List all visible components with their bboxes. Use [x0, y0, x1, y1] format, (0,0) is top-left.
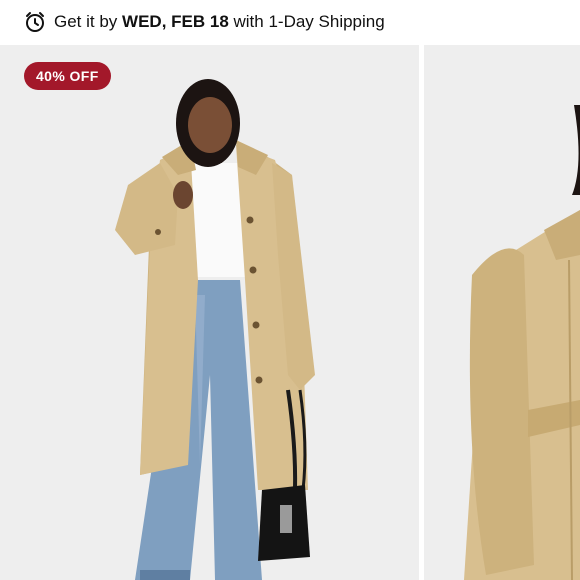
coat-side-photo: [424, 45, 580, 580]
shipping-banner: Get it by WED, FEB 18 with 1-Day Shippin…: [0, 0, 580, 44]
model-photo: [0, 45, 419, 580]
discount-badge: 40% OFF: [24, 62, 111, 90]
product-image-next[interactable]: [424, 45, 580, 580]
shipping-date: WED, FEB 18: [122, 12, 229, 31]
shipping-suffix: with 1-Day Shipping: [228, 12, 385, 31]
shipping-text: Get it by WED, FEB 18 with 1-Day Shippin…: [54, 12, 385, 32]
product-image-carousel[interactable]: 40% OFF: [0, 45, 580, 580]
shipping-prefix: Get it by: [54, 12, 123, 31]
alarm-clock-icon: [24, 11, 46, 33]
product-image-main[interactable]: 40% OFF: [0, 45, 419, 580]
